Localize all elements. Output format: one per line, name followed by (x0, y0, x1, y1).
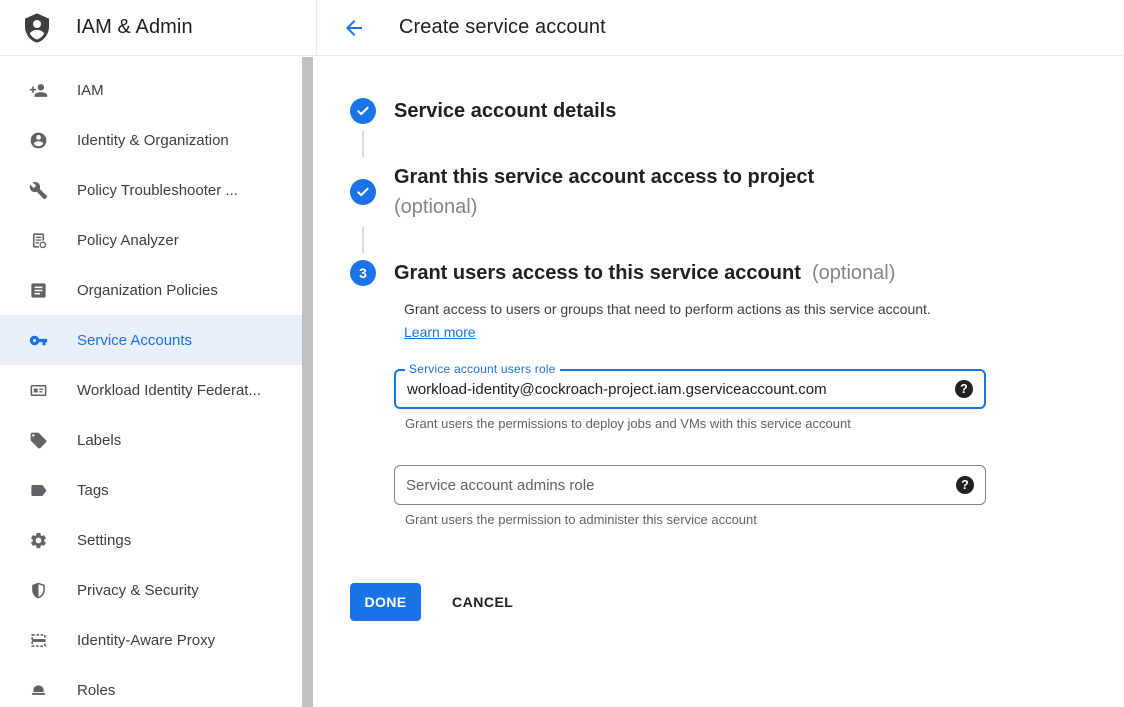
admins-role-field-group: ? Grant users the permission to administ… (394, 465, 986, 527)
iam-admin-console: IAM & Admin IAM Identity & Organization (0, 0, 1124, 707)
step-number: 3 (359, 265, 367, 281)
sidebar-item-label: Policy Analyzer (77, 232, 179, 249)
sidebar-item-settings[interactable]: Settings (0, 515, 303, 565)
check-circle-icon (350, 179, 376, 205)
hat-icon (28, 680, 48, 700)
sidebar-nav: IAM Identity & Organization Policy Troub… (0, 56, 316, 707)
sidebar-item-policy-troubleshooter[interactable]: Policy Troubleshooter ... (0, 165, 303, 215)
person-add-icon (28, 80, 48, 100)
step-title: Grant users access to this service accou… (394, 258, 986, 288)
sidebar-item-label: Roles (77, 682, 115, 699)
shield-half-icon (28, 580, 48, 600)
gear-icon (28, 530, 48, 550)
iam-shield-logo-icon (20, 11, 54, 45)
users-role-helper-text: Grant users the permissions to deploy jo… (405, 416, 986, 431)
sidebar-item-label: Privacy & Security (77, 582, 199, 599)
step-title-text: Grant users access to this service accou… (394, 262, 801, 284)
sidebar-item-policy-analyzer[interactable]: Policy Analyzer (0, 215, 303, 265)
sidebar-item-label: IAM (77, 82, 104, 99)
page-title: Create service account (399, 16, 606, 39)
sidebar: IAM & Admin IAM Identity & Organization (0, 0, 316, 707)
cancel-button[interactable]: CANCEL (452, 594, 513, 610)
sidebar-item-organization-policies[interactable]: Organization Policies (0, 265, 303, 315)
step-description: Grant access to users or groups that nee… (404, 298, 957, 344)
admins-role-helper-text: Grant users the permission to administer… (405, 512, 986, 527)
sidebar-scrollbar-thumb[interactable] (302, 57, 313, 707)
back-arrow-icon[interactable] (342, 16, 366, 40)
step-number-badge: 3 (350, 260, 376, 286)
sidebar-item-labels[interactable]: Labels (0, 415, 303, 465)
form-actions: DONE CANCEL (350, 583, 1124, 621)
sidebar-item-label: Tags (77, 482, 109, 499)
sidebar-item-label: Service Accounts (77, 332, 192, 349)
sidebar-item-roles[interactable]: Roles (0, 665, 303, 707)
document-icon (28, 280, 48, 300)
badge-card-icon (28, 380, 48, 400)
person-circle-icon (28, 130, 48, 150)
sidebar-item-label: Policy Troubleshooter ... (77, 182, 238, 199)
step-grant-access-to-project: Grant this service account access to pro… (350, 162, 1124, 222)
step-connector (362, 131, 364, 157)
admins-role-input[interactable] (395, 477, 956, 494)
key-icon (28, 330, 48, 350)
step-service-account-details: Service account details (350, 96, 1124, 126)
wizard-content: Service account details Grant this servi… (316, 56, 1124, 621)
admins-role-field: ? (394, 465, 986, 505)
sidebar-title: IAM & Admin (76, 16, 193, 39)
check-circle-icon (350, 98, 376, 124)
sidebar-item-tags[interactable]: Tags (0, 465, 303, 515)
document-check-icon (28, 230, 48, 250)
sidebar-item-label: Identity & Organization (77, 132, 229, 149)
step-grant-users-access: 3 Grant users access to this service acc… (350, 258, 1124, 527)
optional-label: (optional) (394, 192, 814, 222)
sidebar-header: IAM & Admin (0, 0, 316, 56)
proxy-icon (28, 630, 48, 650)
help-icon[interactable]: ? (956, 476, 974, 494)
done-button[interactable]: DONE (350, 583, 421, 621)
page-header: Create service account (316, 0, 1124, 56)
main-panel: Create service account Service account d… (316, 0, 1124, 707)
step-connector (362, 227, 364, 253)
sidebar-item-service-accounts[interactable]: Service Accounts (0, 315, 303, 365)
step-title: Grant this service account access to pro… (394, 162, 814, 222)
sidebar-item-label: Workload Identity Federat... (77, 382, 261, 399)
sidebar-scrollbar-track (301, 57, 314, 707)
step-title: Service account details (394, 96, 616, 126)
sidebar-item-identity-aware-proxy[interactable]: Identity-Aware Proxy (0, 615, 303, 665)
step-title-text: Grant this service account access to pro… (394, 166, 814, 188)
sidebar-item-label: Organization Policies (77, 282, 218, 299)
sidebar-item-label: Identity-Aware Proxy (77, 632, 215, 649)
step-description-text: Grant access to users or groups that nee… (404, 301, 931, 317)
sidebar-item-label: Settings (77, 532, 131, 549)
sidebar-item-privacy-security[interactable]: Privacy & Security (0, 565, 303, 615)
sidebar-item-iam[interactable]: IAM (0, 65, 303, 115)
users-role-field-group: Service account users role ? Grant users… (394, 369, 986, 431)
label-tag-icon (28, 430, 48, 450)
users-role-input[interactable] (396, 381, 955, 398)
optional-label: (optional) (812, 262, 895, 284)
users-role-field: Service account users role ? (394, 369, 986, 409)
sidebar-item-workload-identity-federation[interactable]: Workload Identity Federat... (0, 365, 303, 415)
sidebar-item-identity-organization[interactable]: Identity & Organization (0, 115, 303, 165)
wrench-icon (28, 180, 48, 200)
sidebar-item-label: Labels (77, 432, 121, 449)
tag-arrow-icon (28, 480, 48, 500)
learn-more-link[interactable]: Learn more (404, 324, 476, 340)
users-role-field-label: Service account users role (405, 362, 560, 376)
help-icon[interactable]: ? (955, 380, 973, 398)
